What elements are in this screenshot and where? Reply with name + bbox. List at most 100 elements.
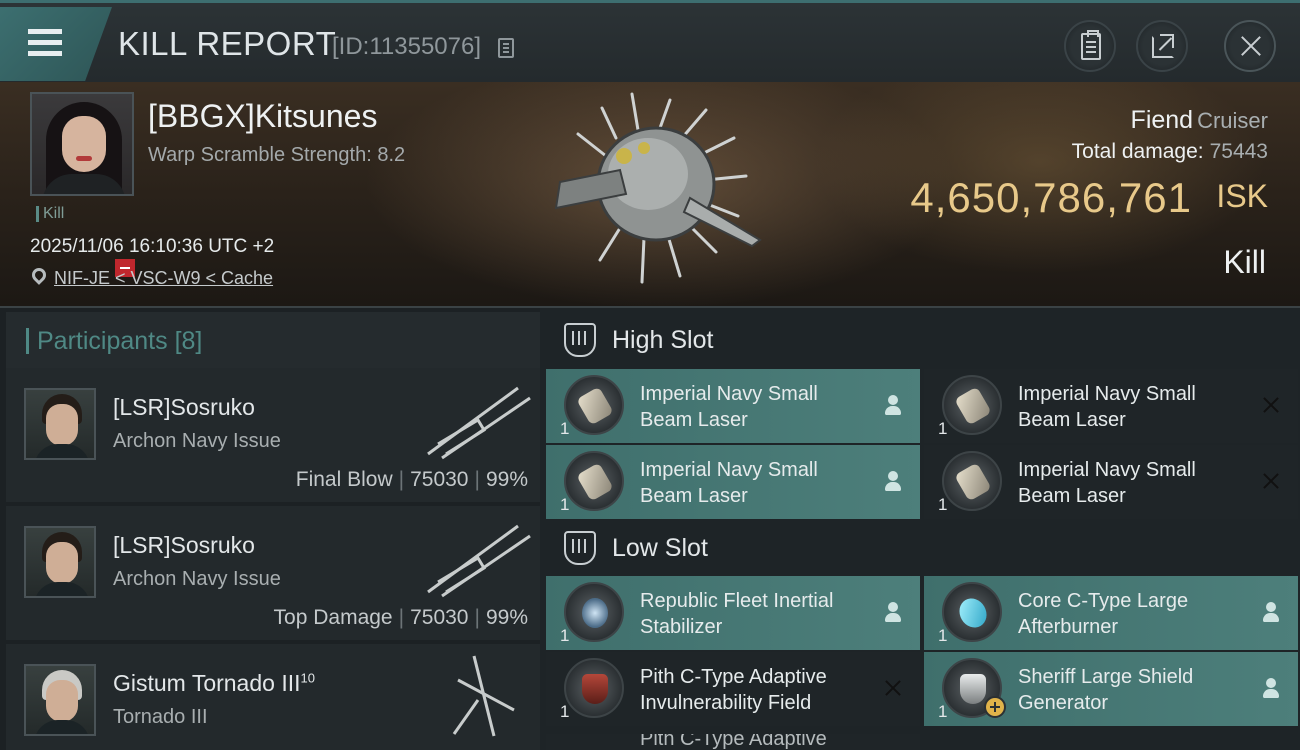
- module-quantity: 1: [938, 419, 948, 438]
- participant-row[interactable]: [LSR]Sosruko Archon Navy Issue Top Damag…: [6, 506, 540, 640]
- beam-laser-icon: [564, 375, 624, 435]
- ship-class: Cruiser: [1197, 108, 1268, 133]
- participant-ship: Archon Navy Issue: [113, 430, 281, 452]
- clipboard-button[interactable]: [1064, 20, 1116, 72]
- total-damage-label: Total damage:: [1071, 140, 1204, 163]
- participant-name[interactable]: [LSR]Sosruko: [113, 394, 255, 421]
- participant-avatar[interactable]: [24, 388, 96, 460]
- inertial-stabilizer-icon: [564, 582, 624, 642]
- share-button[interactable]: [1136, 20, 1188, 72]
- victim-name[interactable]: [BBGX]Kitsunes: [148, 98, 377, 135]
- isk-unit: ISK: [1216, 178, 1268, 214]
- participant-ship: Tornado III: [113, 706, 208, 728]
- module-quantity: 1: [938, 495, 948, 514]
- participant-ship: Archon Navy Issue: [113, 568, 281, 590]
- participant-percent: 99%: [485, 606, 528, 629]
- low-slot-label: Low Slot: [612, 534, 708, 562]
- copy-icon[interactable]: [498, 38, 514, 58]
- fitted-person-icon: [882, 469, 904, 493]
- fitted-person-icon: [1260, 676, 1282, 700]
- ship-type: Fiend Cruiser: [1131, 106, 1268, 135]
- participant-ship-icon: [427, 386, 531, 460]
- high-slot-icon: [564, 323, 596, 357]
- beam-laser-icon: [942, 375, 1002, 435]
- module-item-partial[interactable]: Pith C-Type Adaptive: [546, 734, 920, 750]
- participants-label: Participants: [37, 327, 168, 355]
- participants-header: Participants [8]: [6, 312, 540, 368]
- share-icon: [1152, 34, 1174, 58]
- menu-button[interactable]: [0, 7, 112, 81]
- participant-ship-icon: [452, 655, 515, 737]
- participants-panel: Participants [8] [LSR]Sosruko Archon Nav…: [0, 308, 540, 750]
- warp-scramble-strength: Warp Scramble Strength: 8.2: [148, 144, 406, 166]
- participant-row[interactable]: Gistum Tornado III10 Tornado III: [6, 644, 540, 750]
- destroyed-x-icon: [882, 676, 904, 700]
- module-quantity: 1: [938, 702, 948, 721]
- participant-name[interactable]: Gistum Tornado III10: [113, 670, 315, 697]
- ship-name[interactable]: Fiend: [1131, 106, 1194, 134]
- module-item[interactable]: 1 Republic Fleet Inertial Stabilizer: [546, 576, 920, 650]
- module-quantity: 1: [560, 702, 570, 721]
- fitted-person-icon: [882, 393, 904, 417]
- module-item[interactable]: 1 Core C-Type Large Afterburner: [924, 576, 1298, 650]
- participant-damage: 75030: [410, 606, 469, 629]
- fitted-person-icon: [882, 600, 904, 624]
- afterburner-icon: [942, 582, 1002, 642]
- destroyed-x-icon: [1260, 393, 1282, 417]
- participant-name[interactable]: [LSR]Sosruko: [113, 532, 255, 559]
- participant-row[interactable]: [LSR]Sosruko Archon Navy Issue Final Blo…: [6, 368, 540, 502]
- module-name: Imperial Navy Small Beam Laser: [1018, 383, 1196, 431]
- module-name: Sheriff Large Shield Generator: [1018, 666, 1194, 714]
- close-button[interactable]: [1224, 20, 1276, 72]
- kill-location-link[interactable]: NIF-JE < VSC-W9 < Cache: [54, 268, 273, 289]
- module-item[interactable]: 1 Imperial Navy Small Beam Laser: [546, 369, 920, 443]
- beam-laser-icon: [564, 451, 624, 511]
- module-name: Imperial Navy Small Beam Laser: [1018, 459, 1196, 507]
- participant-damage: 75030: [410, 468, 469, 491]
- module-item[interactable]: 1 Pith C-Type Adaptive Invulnerability F…: [546, 652, 920, 726]
- victim-banner: [BBGX]Kitsunes Warp Scramble Strength: 8…: [0, 82, 1300, 308]
- kill-tag: Kill: [36, 206, 64, 222]
- participants-count: [8]: [174, 327, 203, 355]
- module-name: Imperial Navy Small Beam Laser: [640, 383, 818, 431]
- high-slot-header: High Slot: [546, 310, 1300, 368]
- clipboard-icon: [1081, 30, 1101, 60]
- report-id: [ID:11355076]: [332, 33, 482, 60]
- isk-value: 4,650,786,761: [910, 174, 1192, 221]
- low-slot-icon: [564, 531, 596, 565]
- participant-role: Top Damage: [273, 606, 393, 629]
- participant-name-text: Gistum Tornado III: [113, 670, 301, 696]
- page-title: KILL REPORT: [118, 25, 337, 62]
- close-icon: [1226, 22, 1274, 70]
- ship-render: [554, 92, 762, 284]
- participant-avatar[interactable]: [24, 526, 96, 598]
- participant-ship-icon: [427, 524, 531, 598]
- module-item[interactable]: 1 Imperial Navy Small Beam Laser: [924, 445, 1298, 519]
- fitting-panel: High Slot 1 Imperial Navy Small Beam Las…: [540, 308, 1300, 750]
- module-quantity: 1: [560, 626, 570, 645]
- module-name: Pith C-Type Adaptive Invulnerability Fie…: [640, 666, 827, 714]
- result-label: Kill: [1223, 244, 1266, 280]
- plus-icon: [984, 696, 1006, 718]
- module-name: Imperial Navy Small Beam Laser: [640, 459, 818, 507]
- fitted-person-icon: [1260, 600, 1282, 624]
- module-quantity: 1: [560, 419, 570, 438]
- participant-avatar[interactable]: [24, 664, 96, 736]
- low-slot-header: Low Slot: [546, 518, 1300, 576]
- module-item[interactable]: 1 Imperial Navy Small Beam Laser: [924, 369, 1298, 443]
- location-pin-icon: [29, 265, 49, 285]
- victim-portrait[interactable]: [30, 92, 134, 196]
- participant-role: Final Blow: [295, 468, 393, 491]
- top-bar: KILL REPORT [ID:11355076]: [0, 0, 1300, 82]
- shield-generator-icon: [942, 658, 1006, 718]
- module-quantity: 1: [938, 626, 948, 645]
- module-name: Pith C-Type Adaptive: [640, 734, 827, 750]
- module-quantity: 1: [560, 495, 570, 514]
- high-slot-label: High Slot: [612, 326, 714, 354]
- participant-percent: 99%: [485, 468, 528, 491]
- participants-title: Participants [8]: [26, 328, 202, 354]
- module-item[interactable]: 1 Sheriff Large Shield Generator: [924, 652, 1298, 726]
- module-item[interactable]: 1 Imperial Navy Small Beam Laser: [546, 445, 920, 519]
- kill-timestamp: 2025/11/06 16:10:36 UTC +2: [30, 236, 275, 257]
- beam-laser-icon: [942, 451, 1002, 511]
